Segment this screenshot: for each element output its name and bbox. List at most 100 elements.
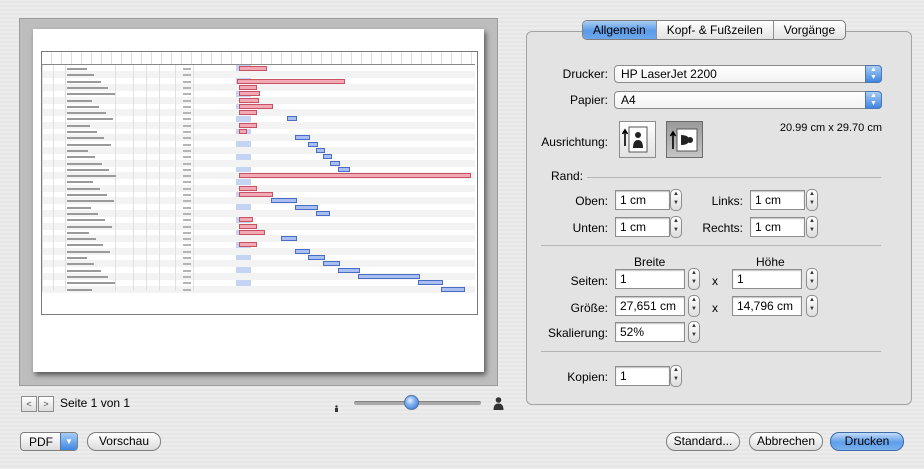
gantt-bar: [281, 236, 297, 242]
gantt-task-text: [67, 68, 87, 70]
pdf-menu-button[interactable]: PDF ▼: [20, 432, 78, 451]
paper-dimensions: 20.99 cm x 29.70 cm: [779, 122, 882, 134]
printer-value: HP LaserJet 2200: [621, 67, 717, 81]
margin-right-stepper[interactable]: ▲ ▼: [806, 216, 818, 238]
defaults-button[interactable]: Standard...: [666, 432, 740, 451]
margin-bottom-field[interactable]: 1 cm: [615, 217, 670, 237]
gantt-task-text: [67, 124, 90, 127]
gantt-bar: [338, 166, 350, 172]
margin-right-field[interactable]: 1 cm: [750, 217, 805, 237]
preview-button[interactable]: Vorschau: [87, 432, 161, 451]
gantt-task-text: [67, 225, 112, 228]
zoom-slider-knob[interactable]: [404, 395, 419, 410]
gantt-bar: [316, 147, 325, 153]
gantt-task-text: [67, 257, 87, 259]
margin-bottom-label: Unten:: [572, 221, 608, 235]
margin-bottom-stepper[interactable]: ▲ ▼: [670, 216, 682, 238]
gantt-task-text: [67, 99, 92, 102]
popup-arrows-icon: ▲ ▼: [865, 65, 882, 83]
gantt-cell-text: [183, 112, 191, 115]
gantt-task-text: [67, 181, 93, 184]
gantt-bar: [323, 154, 332, 160]
height-header: Höhe: [756, 255, 785, 269]
scale-field[interactable]: 52%: [615, 322, 685, 342]
copies-field[interactable]: 1: [615, 366, 670, 386]
tab-allgemein[interactable]: Allgemein: [583, 21, 657, 39]
gantt-bar: [239, 223, 257, 229]
gantt-bar: [418, 280, 443, 286]
gantt-task-text: [67, 250, 110, 253]
gantt-cell-text: [183, 143, 191, 146]
gantt-task-text: [67, 263, 94, 266]
tab-kopf-fusszeilen[interactable]: Kopf- & Fußzeilen: [657, 21, 774, 39]
gantt-cell-text: [183, 244, 191, 247]
pages-width-stepper[interactable]: ▲ ▼: [688, 268, 700, 290]
gantt-task-text: [67, 194, 107, 196]
cancel-button[interactable]: Abbrechen: [749, 432, 823, 451]
tab-bar: Allgemein Kopf- & Fußzeilen Vorgänge: [582, 20, 847, 40]
gantt-bar: [239, 229, 265, 235]
gantt-task-text: [67, 156, 95, 159]
pages-height-stepper[interactable]: ▲ ▼: [806, 268, 818, 290]
next-page-button[interactable]: >: [38, 396, 54, 412]
paper-value: A4: [621, 93, 636, 107]
margin-left-stepper[interactable]: ▲ ▼: [806, 189, 818, 211]
gantt-cell-text: [183, 175, 191, 178]
gantt-cell-text: [183, 156, 191, 159]
gantt-cell-text: [183, 124, 191, 127]
size-width-stepper[interactable]: ▲ ▼: [688, 295, 700, 317]
gantt-task-text: [67, 206, 91, 209]
gantt-bar: [239, 84, 257, 90]
gantt-task-text: [67, 93, 115, 96]
gantt-task-text: [67, 74, 94, 77]
gantt-cell-text: [183, 137, 191, 140]
gantt-bar: [239, 217, 253, 223]
scale-stepper[interactable]: ▲ ▼: [688, 321, 700, 343]
size-height-field[interactable]: 14,796 cm: [732, 296, 802, 316]
copies-stepper[interactable]: ▲ ▼: [670, 365, 682, 387]
gantt-task-text: [67, 187, 100, 190]
section-separator: [541, 351, 881, 352]
print-button[interactable]: Drucken: [830, 432, 904, 451]
margin-left-label: Links:: [711, 194, 743, 208]
pages-height-field[interactable]: 1: [732, 269, 802, 289]
gantt-cell-text: [183, 181, 191, 184]
margin-top-field[interactable]: 1 cm: [615, 190, 670, 210]
gantt-bar: [287, 116, 297, 122]
gantt-task-text: [67, 244, 103, 247]
gantt-bar: [308, 141, 318, 147]
portrait-orientation-button[interactable]: [619, 121, 656, 158]
gantt-cell-text: [183, 168, 191, 171]
size-height-stepper[interactable]: ▲ ▼: [806, 295, 818, 317]
margin-left-field[interactable]: 1 cm: [750, 190, 805, 210]
landscape-orientation-button[interactable]: [666, 121, 703, 158]
gantt-bar: [237, 78, 345, 84]
width-header: Breite: [634, 255, 666, 269]
pages-width-field[interactable]: 1: [615, 269, 685, 289]
margin-separator: [587, 177, 881, 178]
gantt-row: [42, 285, 475, 293]
paper-popup[interactable]: A4 ▲ ▼: [614, 91, 882, 109]
gantt-cell-text: [183, 149, 191, 152]
tab-vorgaenge[interactable]: Vorgänge: [774, 21, 845, 39]
gantt-cell-text: [183, 194, 191, 196]
gantt-bar: [239, 173, 471, 179]
margin-header: Rand:: [551, 169, 584, 183]
pdf-label: PDF: [29, 435, 53, 449]
printer-popup[interactable]: HP LaserJet 2200 ▲ ▼: [614, 65, 882, 83]
gantt-cell-text: [183, 162, 191, 165]
gantt-cell-text: [183, 131, 191, 133]
gantt-bar: [308, 255, 325, 260]
gantt-column-line: [159, 59, 160, 291]
margin-top-stepper[interactable]: ▲ ▼: [670, 189, 682, 211]
previous-page-button[interactable]: <: [21, 396, 37, 412]
margin-top-label: Oben:: [575, 194, 608, 208]
size-width-field[interactable]: 27,651 cm: [615, 296, 685, 316]
gantt-cell-text: [183, 231, 191, 234]
gantt-task-text: [67, 105, 99, 108]
gantt-cell-text: [183, 275, 191, 278]
orientation-label: Ausrichtung:: [541, 135, 608, 149]
gantt-bar: [239, 122, 257, 128]
gantt-task-text: [67, 143, 111, 146]
gantt-bar: [323, 261, 340, 267]
